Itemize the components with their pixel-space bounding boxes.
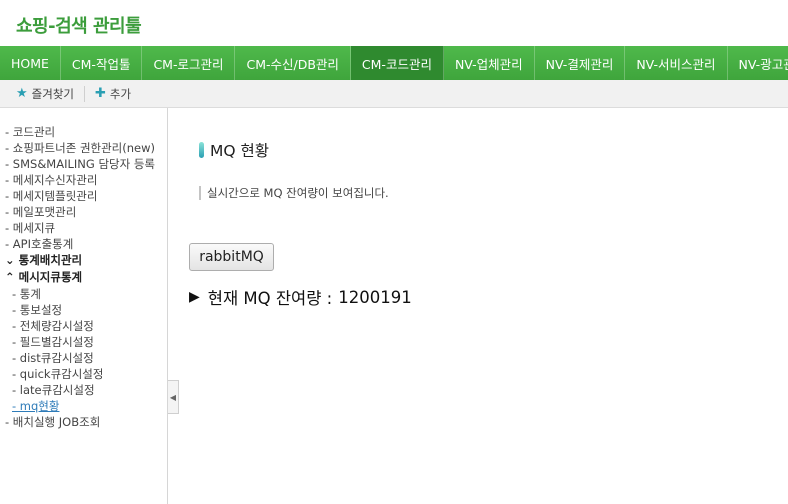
sidebar-item-label: - 통보설정: [12, 303, 63, 317]
nav-tab-8[interactable]: NV-광고관리: [728, 46, 788, 80]
star-icon: ★: [16, 86, 28, 101]
sidebar-item-label: - 메세지수신자관리: [5, 173, 98, 187]
app-title: 쇼핑-검색 관리툴: [16, 16, 142, 37]
sidebar-group[interactable]: ⌄ 통계배치관리: [0, 252, 167, 269]
sidebar-item-label: - 배치실행 JOB조회: [5, 415, 101, 429]
favorites-bar: ★ 즐겨찾기 ✚ 추가: [0, 80, 788, 108]
sidebar-item[interactable]: - late큐감시설정: [0, 382, 167, 398]
sidebar-item-label: - 전체량감시설정: [12, 319, 94, 333]
sidebar-item-label: - 통계: [12, 287, 41, 301]
nav-tab-2[interactable]: CM-로그관리: [142, 46, 236, 80]
sidebar-item[interactable]: - dist큐감시설정: [0, 350, 167, 366]
title-marker: [199, 142, 204, 158]
sidebar-item[interactable]: - 메세지수신자관리: [0, 172, 167, 188]
sidebar-item[interactable]: - 메세지큐: [0, 220, 167, 236]
nav-tab-7[interactable]: NV-서비스관리: [625, 46, 728, 80]
main-content: MQ 현황 실시간으로 MQ 잔여량이 보여집니다. rabbitMQ ▶ 현재…: [170, 108, 788, 504]
sidebar-item-label: - dist큐감시설정: [12, 351, 94, 365]
sidebar-item[interactable]: - 통보설정: [0, 302, 167, 318]
mq-status-label: 현재 MQ 잔여량 :: [207, 289, 333, 308]
page-description: 실시간으로 MQ 잔여량이 보여집니다.: [199, 186, 389, 200]
sidebar-item[interactable]: - SMS&MAILING 담당자 등록: [0, 156, 167, 172]
sidebar-item[interactable]: - 쇼핑파트너존 권한관리(new): [0, 140, 167, 156]
nav-tab-6[interactable]: NV-결제관리: [535, 46, 626, 80]
sidebar-item[interactable]: - 메일포맷관리: [0, 204, 167, 220]
sidebar-item-label: - 메일포맷관리: [5, 205, 77, 219]
sidebar-item-label: - API호출통계: [5, 237, 74, 251]
sidebar-item[interactable]: - quick큐감시설정: [0, 366, 167, 382]
sidebar-item-label: - 필드별감시설정: [12, 335, 94, 349]
sidebar-item[interactable]: - mq현황: [0, 398, 167, 414]
sidebar-item-label: ⌄ 통계배치관리: [5, 253, 83, 267]
bookmarks-label: 즐겨찾기: [31, 86, 74, 101]
sidebar-item[interactable]: - 메세지템플릿관리: [0, 188, 167, 204]
sidebar-item[interactable]: - API호출통계: [0, 236, 167, 252]
sidebar-item[interactable]: - 통계: [0, 286, 167, 302]
main-nav: HOME CM-작업툴 CM-로그관리 CM-수신/DB관리 CM-코드관리 NV-업체관…: [0, 46, 788, 80]
sidebar-item-label: ⌃ 메시지큐통계: [5, 270, 83, 284]
arrow-right-icon: ▶: [189, 289, 200, 305]
bookmarks-button[interactable]: ★ 즐겨찾기: [16, 86, 74, 102]
nav-tab-4[interactable]: CM-코드관리: [350, 46, 444, 80]
sidebar-item[interactable]: - 코드관리: [0, 124, 167, 140]
nav-tab-3[interactable]: CM-수신/DB관리: [235, 46, 351, 80]
sidebar: - 코드관리 - 쇼핑파트너존 권한관리(new) - SMS&MAILING 담당…: [0, 108, 168, 504]
rabbitmq-button[interactable]: rabbitMQ: [189, 243, 274, 271]
nav-tab-1[interactable]: CM-작업툴: [61, 46, 143, 80]
sidebar-item-label: - mq현황: [12, 399, 60, 413]
add-bookmark-button[interactable]: ✚ 추가: [83, 85, 132, 102]
sidebar-item-label: - 메세지템플릿관리: [5, 189, 98, 203]
sidebar-item-label: - SMS&MAILING 담당자 등록: [5, 157, 155, 171]
add-star-icon: ✚: [94, 86, 106, 101]
sidebar-item-label: - 코드관리: [5, 125, 56, 139]
sidebar-item-label: - quick큐감시설정: [12, 367, 104, 381]
sidebar-item-label: - late큐감시설정: [12, 383, 95, 397]
sidebar-item-label: - 쇼핑파트너존 권한관리(new): [5, 141, 156, 155]
mq-status: ▶ 현재 MQ 잔여량 : 1200191: [189, 285, 412, 309]
add-bookmark-label: 추가: [109, 86, 132, 101]
mq-remaining-count: 1200191: [338, 287, 412, 307]
sidebar-group[interactable]: ⌃ 메시지큐통계: [0, 269, 167, 286]
sidebar-item[interactable]: - 전체량감시설정: [0, 318, 167, 334]
nav-tab-0[interactable]: HOME: [0, 46, 61, 80]
page-title-text: MQ 현황: [210, 142, 270, 160]
sidebar-item[interactable]: - 필드별감시설정: [0, 334, 167, 350]
page-title: MQ 현황: [199, 139, 269, 161]
sidebar-item[interactable]: - 배치실행 JOB조회: [0, 414, 167, 430]
sidebar-item-label: - 메세지큐: [5, 221, 56, 235]
nav-tab-5[interactable]: NV-업체관리: [444, 46, 535, 80]
